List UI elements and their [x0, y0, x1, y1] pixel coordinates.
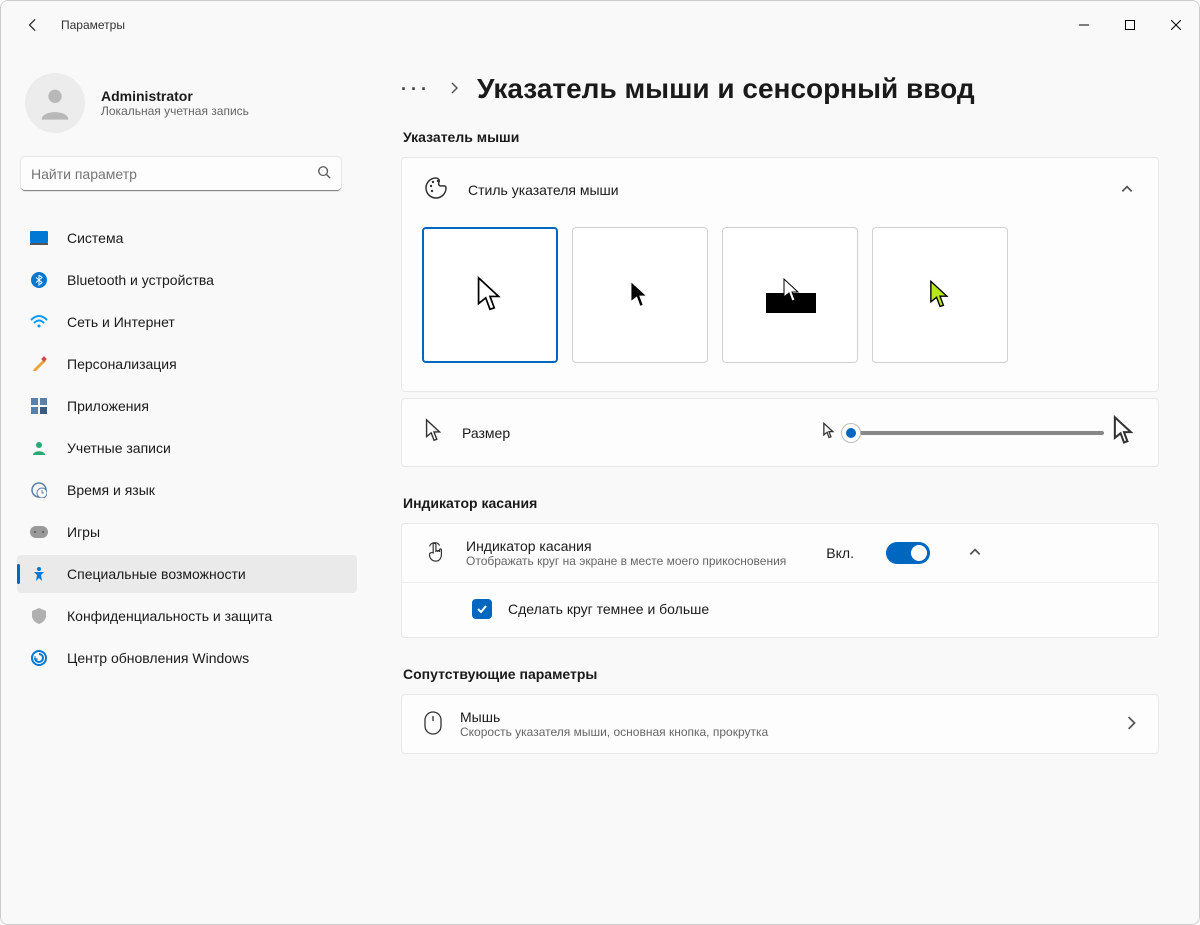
search-input[interactable] — [31, 166, 317, 182]
account-block[interactable]: Administrator Локальная учетная запись — [1, 65, 361, 157]
size-slider[interactable] — [844, 431, 1104, 435]
chevron-right-icon — [1126, 716, 1136, 733]
minimize-button[interactable] — [1061, 9, 1107, 41]
darker-circle-checkbox[interactable] — [472, 599, 492, 619]
pointer-style-white[interactable] — [422, 227, 558, 363]
sidebar-item-accounts[interactable]: Учетные записи — [17, 429, 357, 467]
sidebar: Administrator Локальная учетная запись С… — [1, 49, 361, 924]
sidebar-item-label: Персонализация — [67, 356, 177, 372]
mouse-icon — [424, 711, 442, 738]
touch-title: Индикатор касания — [466, 538, 786, 554]
touch-icon — [424, 541, 446, 566]
sidebar-item-label: Специальные возможности — [67, 566, 246, 582]
sidebar-item-label: Приложения — [67, 398, 149, 414]
close-button[interactable] — [1153, 9, 1199, 41]
sidebar-item-label: Конфиденциальность и защита — [67, 608, 272, 624]
account-name: Administrator — [101, 88, 249, 104]
toggle-state-label: Вкл. — [826, 545, 854, 561]
sidebar-item-label: Учетные записи — [67, 440, 171, 456]
touch-toggle[interactable] — [886, 542, 930, 564]
person-icon — [29, 438, 49, 458]
sidebar-item-gaming[interactable]: Игры — [17, 513, 357, 551]
bluetooth-icon — [29, 270, 49, 290]
sidebar-item-label: Центр обновления Windows — [67, 650, 249, 666]
shield-icon — [29, 606, 49, 626]
section-pointer-title: Указатель мыши — [403, 129, 1159, 145]
breadcrumb-more[interactable]: ··· — [401, 79, 431, 100]
accessibility-icon — [29, 564, 49, 584]
cursor-large-icon — [1112, 415, 1136, 450]
brush-icon — [29, 354, 49, 374]
search-box[interactable] — [21, 157, 341, 191]
sidebar-item-time-language[interactable]: Время и язык — [17, 471, 357, 509]
related-mouse-subtitle: Скорость указателя мыши, основная кнопка… — [460, 725, 768, 739]
sidebar-item-label: Bluetooth и устройства — [67, 272, 214, 288]
related-mouse-card[interactable]: Мышь Скорость указателя мыши, основная к… — [401, 694, 1159, 754]
apps-icon — [29, 396, 49, 416]
pointer-icon — [424, 418, 444, 447]
cursor-small-icon — [822, 422, 836, 443]
touch-indicator-card: Индикатор касания Отображать круг на экр… — [401, 523, 1159, 638]
sidebar-item-apps[interactable]: Приложения — [17, 387, 357, 425]
pointer-style-card: Стиль указателя мыши — [401, 157, 1159, 392]
sidebar-item-label: Время и язык — [67, 482, 155, 498]
page-title: Указатель мыши и сенсорный ввод — [477, 73, 975, 105]
touch-subtitle: Отображать круг на экране в месте моего … — [466, 554, 786, 568]
gamepad-icon — [29, 522, 49, 542]
sidebar-item-network[interactable]: Сеть и Интернет — [17, 303, 357, 341]
pointer-style-black[interactable] — [572, 227, 708, 363]
pointer-style-inverted[interactable] — [722, 227, 858, 363]
sidebar-item-personalization[interactable]: Персонализация — [17, 345, 357, 383]
account-subtitle: Локальная учетная запись — [101, 104, 249, 118]
sidebar-item-system[interactable]: Система — [17, 219, 357, 257]
update-icon — [29, 648, 49, 668]
pointer-style-custom[interactable] — [872, 227, 1008, 363]
palette-icon — [424, 176, 448, 203]
system-icon — [29, 228, 49, 248]
section-touch-title: Индикатор касания — [403, 495, 1159, 511]
clock-globe-icon — [29, 480, 49, 500]
sidebar-item-bluetooth[interactable]: Bluetooth и устройства — [17, 261, 357, 299]
chevron-right-icon — [449, 81, 459, 97]
size-label: Размер — [462, 425, 510, 441]
wifi-icon — [29, 312, 49, 332]
avatar — [25, 73, 85, 133]
sidebar-item-label: Система — [67, 230, 123, 246]
collapse-button[interactable] — [1120, 182, 1136, 198]
sidebar-item-label: Игры — [67, 524, 100, 540]
size-card: Размер — [401, 398, 1159, 467]
slider-thumb[interactable] — [842, 424, 860, 442]
search-icon — [317, 165, 331, 182]
main-content: ··· Указатель мыши и сенсорный ввод Указ… — [361, 49, 1199, 924]
sidebar-item-privacy[interactable]: Конфиденциальность и защита — [17, 597, 357, 635]
back-button[interactable] — [13, 5, 53, 45]
window-title: Параметры — [61, 18, 125, 32]
maximize-button[interactable] — [1107, 9, 1153, 41]
section-related-title: Сопутствующие параметры — [403, 666, 1159, 682]
pointer-style-title: Стиль указателя мыши — [468, 182, 619, 198]
sidebar-item-accessibility[interactable]: Специальные возможности — [17, 555, 357, 593]
sidebar-item-windows-update[interactable]: Центр обновления Windows — [17, 639, 357, 677]
titlebar: Параметры — [1, 1, 1199, 49]
checkbox-label: Сделать круг темнее и больше — [508, 601, 709, 617]
sidebar-item-label: Сеть и Интернет — [67, 314, 175, 330]
related-mouse-title: Мышь — [460, 709, 768, 725]
collapse-button[interactable] — [968, 545, 984, 561]
